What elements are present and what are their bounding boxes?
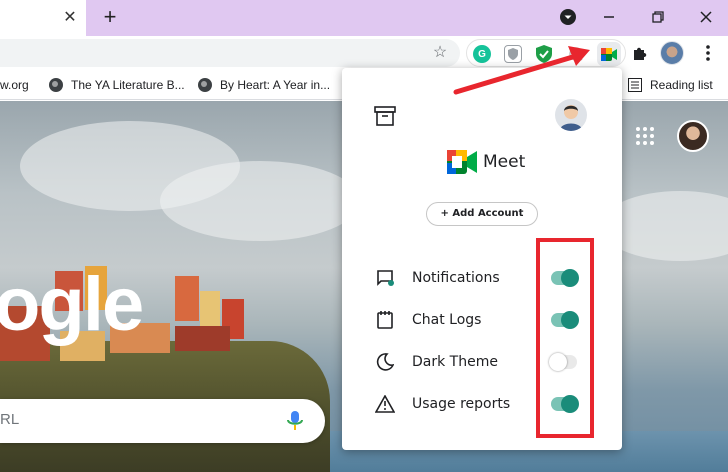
bookmark-star-icon[interactable]: ☆ <box>430 43 450 63</box>
active-tab[interactable]: ✕ <box>0 0 86 36</box>
bookmark-label: By Heart: A Year in... <box>220 78 331 92</box>
reading-list-label: Reading list <box>650 78 713 92</box>
globe-icon <box>49 78 63 92</box>
notepad-icon <box>374 309 396 331</box>
account-avatar[interactable] <box>677 120 709 152</box>
minimize-button[interactable] <box>596 6 622 28</box>
archive-icon[interactable] <box>374 106 396 126</box>
setting-row-usage-reports: Usage reports <box>374 392 562 416</box>
background-cloud <box>160 161 360 241</box>
popup-account-avatar[interactable] <box>555 99 587 131</box>
annotation-arrow <box>453 46 590 95</box>
new-tab-button[interactable]: + <box>99 6 121 29</box>
warning-icon <box>374 393 396 415</box>
background-house <box>175 326 230 351</box>
restore-icon <box>652 11 664 23</box>
bookmark-label: w.org <box>0 78 29 92</box>
microphone-icon[interactable] <box>285 410 305 432</box>
search-input[interactable]: RL <box>0 399 325 443</box>
bookmark-item[interactable]: The YA Literature B... <box>49 77 185 93</box>
bookmark-item[interactable]: By Heart: A Year in... <box>198 77 330 93</box>
tab-strip: ✕ + <box>0 0 728 36</box>
background-house <box>200 291 220 326</box>
google-apps-icon[interactable] <box>636 127 654 145</box>
minimize-icon <box>604 16 614 18</box>
profile-avatar[interactable] <box>660 41 684 65</box>
bookmark-item[interactable]: w.org <box>0 77 29 93</box>
reading-list-icon <box>628 78 642 92</box>
meet-logo: Meet <box>447 150 525 174</box>
caret-circle-icon <box>560 9 576 25</box>
extensions-puzzle-icon[interactable] <box>630 43 650 63</box>
close-icon <box>700 11 712 23</box>
address-bar[interactable]: ☆ <box>0 39 460 67</box>
close-tab-icon[interactable]: ✕ <box>60 8 80 28</box>
meet-title: Meet <box>483 152 526 172</box>
google-meet-icon <box>447 150 477 174</box>
bookmark-label: The YA Literature B... <box>71 78 185 92</box>
notification-bubble-icon <box>374 267 396 289</box>
setting-row-dark-theme: Dark Theme <box>374 350 562 374</box>
search-placeholder: RL <box>0 411 20 428</box>
browser-toolbar: ☆ G <box>0 36 728 70</box>
chrome-menu-icon[interactable] <box>698 43 718 63</box>
reading-list-button[interactable]: Reading list <box>628 77 713 93</box>
add-account-button[interactable]: + Add Account <box>426 202 538 226</box>
close-window-button[interactable] <box>693 6 719 28</box>
setting-row-notifications: Notifications <box>374 266 562 290</box>
moon-icon <box>374 351 396 373</box>
annotation-highlight-box <box>536 238 594 438</box>
chrome-profile-menu-button[interactable] <box>555 6 581 28</box>
restore-button[interactable] <box>645 6 671 28</box>
globe-icon <box>198 78 212 92</box>
background-house <box>175 276 199 321</box>
setting-row-chat-logs: Chat Logs <box>374 308 562 332</box>
google-logo: ogle <box>0 262 144 347</box>
